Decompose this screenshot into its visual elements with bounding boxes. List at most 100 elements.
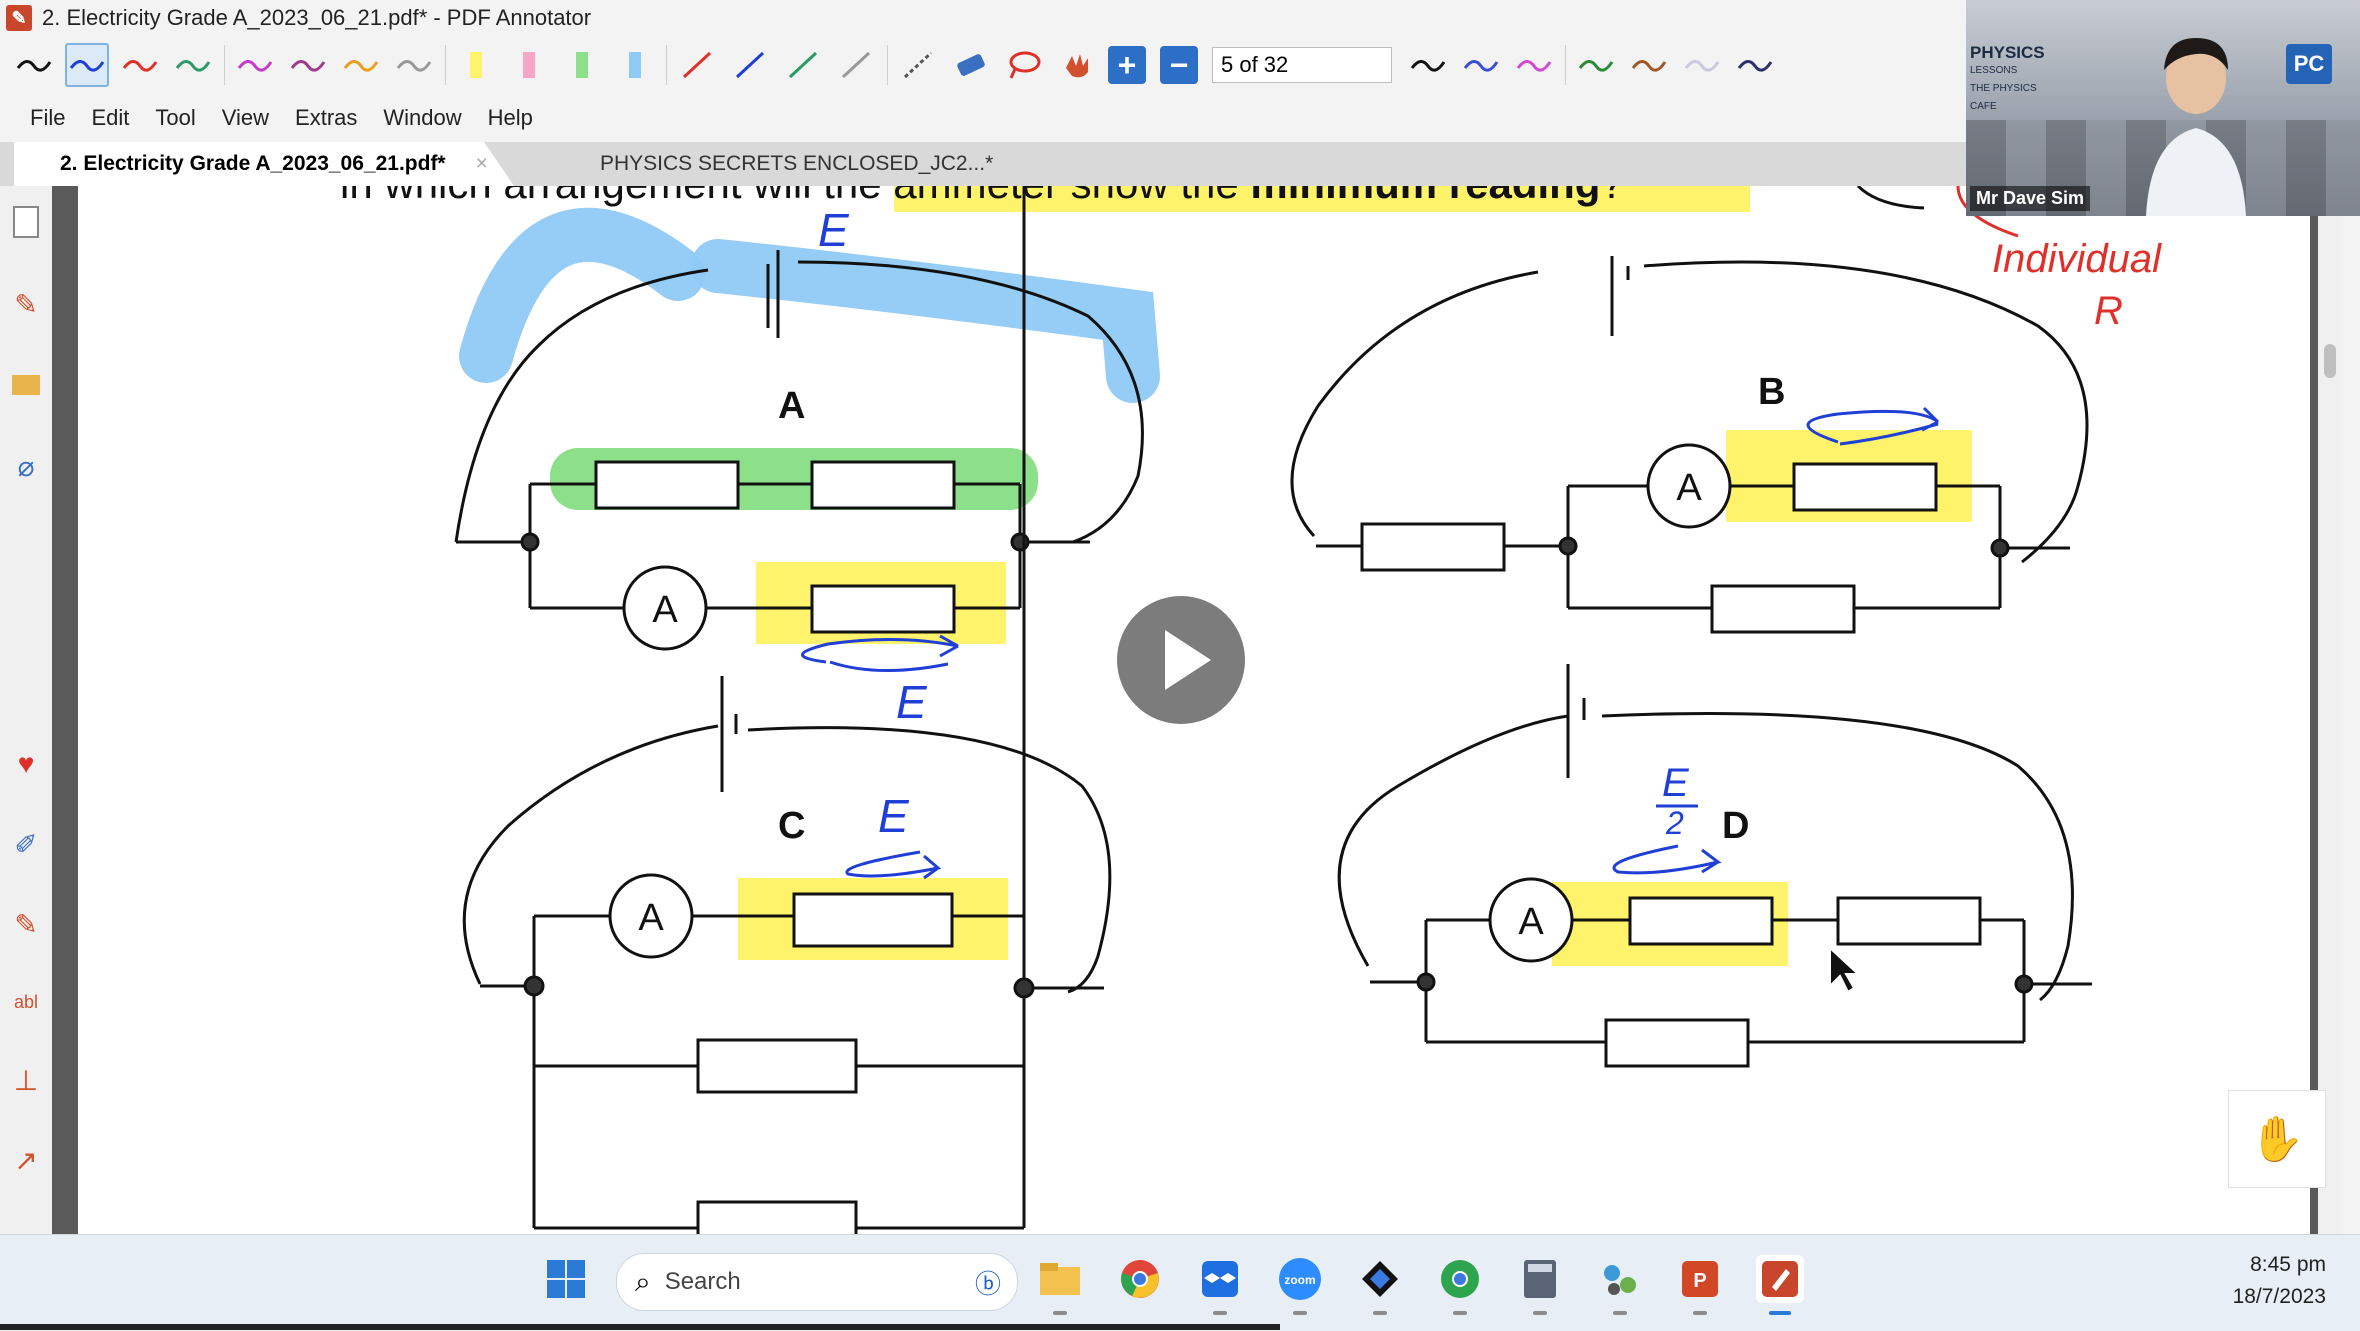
zoom-icon[interactable]: zoom <box>1276 1255 1324 1315</box>
menu-edit[interactable]: Edit <box>91 105 129 131</box>
pen-black-tool[interactable] <box>12 43 56 87</box>
windows-taskbar: ⌕ Search ⓑ zoom P 8:45 pm 18/7/2023 <box>0 1234 2360 1331</box>
label-c: C <box>778 805 805 847</box>
zoom-in-button[interactable]: + <box>1108 46 1146 84</box>
pen-preset-navy[interactable] <box>1733 43 1777 87</box>
chrome-profile-icon[interactable] <box>1436 1255 1484 1315</box>
system-clock[interactable]: 8:45 pm 18/7/2023 <box>2233 1249 2326 1313</box>
text-box-icon[interactable]: abl <box>8 984 44 1020</box>
video-progress-bar[interactable] <box>0 1324 1280 1330</box>
webcam-overlay: PHYSICS LESSONS THE PHYSICS CAFE PC Mr Dav… <box>1966 0 2360 216</box>
stamp-icon[interactable]: ⊥ <box>8 1062 44 1098</box>
circuit-a <box>454 208 1160 651</box>
pen-blue-tool[interactable] <box>65 43 109 87</box>
pen-orange-tool[interactable] <box>339 43 383 87</box>
question-text: in which arrangement will the ammeter sh… <box>340 186 1624 207</box>
note-icon[interactable] <box>8 366 44 402</box>
network-app-icon[interactable] <box>1596 1255 1644 1315</box>
arrow-annotation-c <box>845 850 942 880</box>
eraser-icon[interactable] <box>949 43 993 87</box>
toolbar-separator <box>1565 45 1566 85</box>
menu-extras[interactable]: Extras <box>295 105 357 131</box>
video-play-button[interactable] <box>1117 596 1245 724</box>
pen-preset-blue[interactable] <box>1459 43 1503 87</box>
pen-purple-tool[interactable] <box>286 43 330 87</box>
toolbar-separator <box>224 45 225 85</box>
pen-preset-black[interactable] <box>1406 43 1450 87</box>
vertical-scrollbar[interactable] <box>2318 186 2342 1234</box>
tab-electricity-grade-a[interactable]: 2. Electricity Grade A_2023_06_21.pdf* × <box>14 142 514 186</box>
blue-highlight-a <box>459 208 705 383</box>
highlighter-icon[interactable]: ✎ <box>8 906 44 942</box>
file-explorer-icon[interactable] <box>1036 1255 1084 1315</box>
menu-window[interactable]: Window <box>383 105 461 131</box>
menu-bar: File Edit Tool View Extras Window Help <box>0 94 1966 142</box>
heart-favorites-icon[interactable]: ♥ <box>8 746 44 782</box>
search-icon: ⌕ <box>635 1265 651 1297</box>
bing-icon[interactable]: ⓑ <box>975 1264 1001 1301</box>
r-annotation: R <box>2094 289 2123 333</box>
raise-hand-button[interactable]: ✋ <box>2228 1090 2326 1188</box>
pen-magenta-tool[interactable] <box>233 43 277 87</box>
pen-blue-icon[interactable]: ✐ <box>8 826 44 862</box>
ammeter-label: A <box>1676 467 1702 509</box>
ammeter-label: A <box>1518 901 1544 943</box>
page-thumbnail-icon[interactable] <box>8 204 44 240</box>
menu-view[interactable]: View <box>222 105 269 131</box>
lasso-icon[interactable] <box>1002 43 1046 87</box>
pen-preset-light[interactable] <box>1680 43 1724 87</box>
scrollbar-thumb[interactable] <box>2324 344 2336 378</box>
hand-pan-icon[interactable] <box>1055 43 1099 87</box>
powerpoint-icon[interactable]: P <box>1676 1255 1724 1315</box>
kinemaster-icon[interactable] <box>1356 1255 1404 1315</box>
pdf-annotator-app-icon: ✎ <box>6 5 32 31</box>
close-icon[interactable]: × <box>476 152 488 176</box>
attachment-icon[interactable]: ⌀ <box>8 448 44 484</box>
mouse-cursor-icon <box>1829 945 1861 994</box>
pen-green-tool[interactable] <box>171 43 215 87</box>
menu-tool[interactable]: Tool <box>155 105 195 131</box>
chrome-icon[interactable] <box>1116 1255 1164 1303</box>
left-tool-sidebar: ✎ ⌀ ♥ ✐ ✎ abl ⊥ ↗ <box>0 186 53 1234</box>
annotation-toolbar: + − <box>0 36 1966 94</box>
highlighter-blue-tool[interactable] <box>613 43 657 87</box>
arrow-annotation-d <box>1612 844 1722 875</box>
line-red-tool[interactable] <box>675 43 719 87</box>
taskbar-search[interactable]: ⌕ Search ⓑ <box>616 1253 1018 1311</box>
pen-gray-tool[interactable] <box>392 43 436 87</box>
highlighter-green-tool[interactable] <box>560 43 604 87</box>
pen-preset-green[interactable] <box>1574 43 1618 87</box>
physics-lessons-logo: PHYSICS LESSONS THE PHYSICS CAFE <box>1970 43 2045 113</box>
pen-preset-brown[interactable] <box>1627 43 1671 87</box>
circuit-b <box>1290 256 2089 634</box>
emf-annotation-c: E <box>878 790 910 842</box>
tab-physics-secrets[interactable]: PHYSICS SECRETS ENCLOSED_JC2...* <box>520 142 1040 186</box>
line-green-tool[interactable] <box>781 43 825 87</box>
tab-label: 2. Electricity Grade A_2023_06_21.pdf* <box>60 152 446 175</box>
pen-preset-pink[interactable] <box>1512 43 1556 87</box>
search-placeholder: Search <box>664 1268 741 1295</box>
line-gray-tool[interactable] <box>834 43 878 87</box>
pen-tool-icon[interactable]: ✎ <box>8 286 44 322</box>
document-tab-bar: 2. Electricity Grade A_2023_06_21.pdf* ×… <box>0 142 1966 186</box>
pen-red-tool[interactable] <box>118 43 162 87</box>
calculator-icon[interactable] <box>1516 1255 1564 1315</box>
highlighter-pink-tool[interactable] <box>507 43 551 87</box>
dropbox-icon[interactable] <box>1196 1255 1244 1315</box>
ammeter-label: A <box>638 897 664 939</box>
pdf-annotator-taskbar-icon[interactable] <box>1756 1255 1804 1315</box>
page-number-field[interactable] <box>1212 47 1392 83</box>
menu-help[interactable]: Help <box>488 105 533 131</box>
play-icon <box>1165 630 1211 690</box>
label-b: B <box>1758 371 1785 413</box>
dashed-line-tool[interactable] <box>896 43 940 87</box>
label-d: D <box>1722 805 1749 847</box>
windows-start-icon[interactable] <box>542 1255 590 1303</box>
zoom-out-button[interactable]: − <box>1160 46 1198 84</box>
menu-file[interactable]: File <box>30 105 65 131</box>
presenter-name: Mr Dave Sim <box>1970 186 2091 211</box>
line-blue-tool[interactable] <box>728 43 772 87</box>
emf-annotation-below-a: E <box>896 676 928 728</box>
highlighter-yellow-tool[interactable] <box>454 43 498 87</box>
arrow-line-icon[interactable]: ↗ <box>8 1142 44 1178</box>
